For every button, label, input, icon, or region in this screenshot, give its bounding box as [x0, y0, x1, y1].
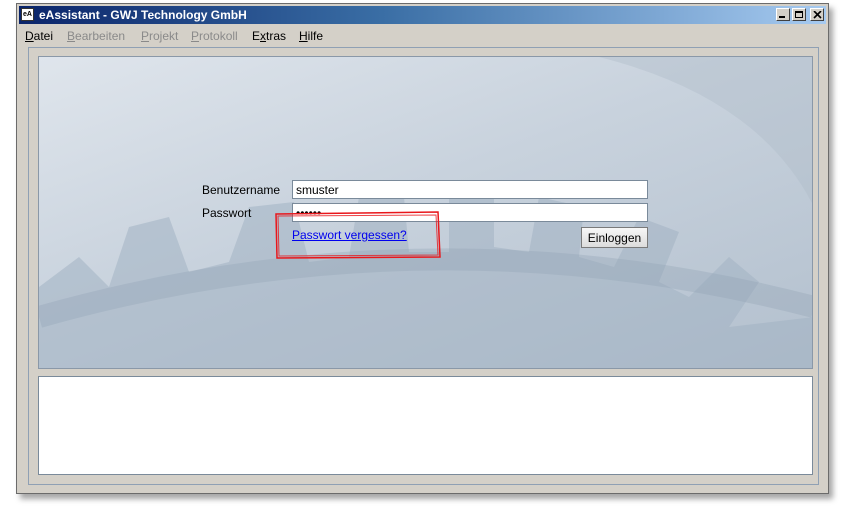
menu-protokoll[interactable]: Protokoll [191, 29, 238, 43]
password-label: Passwort [202, 206, 252, 220]
login-panel: Benutzername Passwort Passwort vergessen… [38, 56, 813, 369]
menu-bar: Datei Bearbeiten Projekt Protokoll Extra… [19, 26, 826, 46]
password-field[interactable] [292, 203, 648, 222]
log-output-panel [38, 376, 813, 475]
close-icon [813, 11, 822, 19]
menu-hilfe[interactable]: Hilfe [299, 29, 323, 43]
username-label: Benutzername [202, 183, 281, 197]
minimize-icon [779, 16, 785, 18]
menu-bearbeiten[interactable]: Bearbeiten [67, 29, 125, 43]
menu-datei[interactable]: Datei [25, 29, 53, 43]
app-window: eA eAssistant - GWJ Technology GmbH Date… [16, 3, 829, 494]
forgot-password-link[interactable]: Passwort vergessen? [292, 228, 407, 242]
username-field[interactable] [292, 180, 648, 199]
title-bar[interactable]: eA eAssistant - GWJ Technology GmbH [19, 6, 826, 24]
app-icon: eA [21, 8, 34, 21]
maximize-button[interactable] [792, 8, 806, 21]
window-title: eAssistant - GWJ Technology GmbH [39, 8, 247, 22]
minimize-button[interactable] [776, 8, 790, 21]
maximize-icon [795, 11, 803, 18]
login-button[interactable]: Einloggen [581, 227, 648, 248]
menu-extras[interactable]: Extras [252, 29, 286, 43]
close-button[interactable] [810, 8, 824, 21]
content-area: Benutzername Passwort Passwort vergessen… [28, 47, 819, 485]
menu-projekt[interactable]: Projekt [141, 29, 178, 43]
